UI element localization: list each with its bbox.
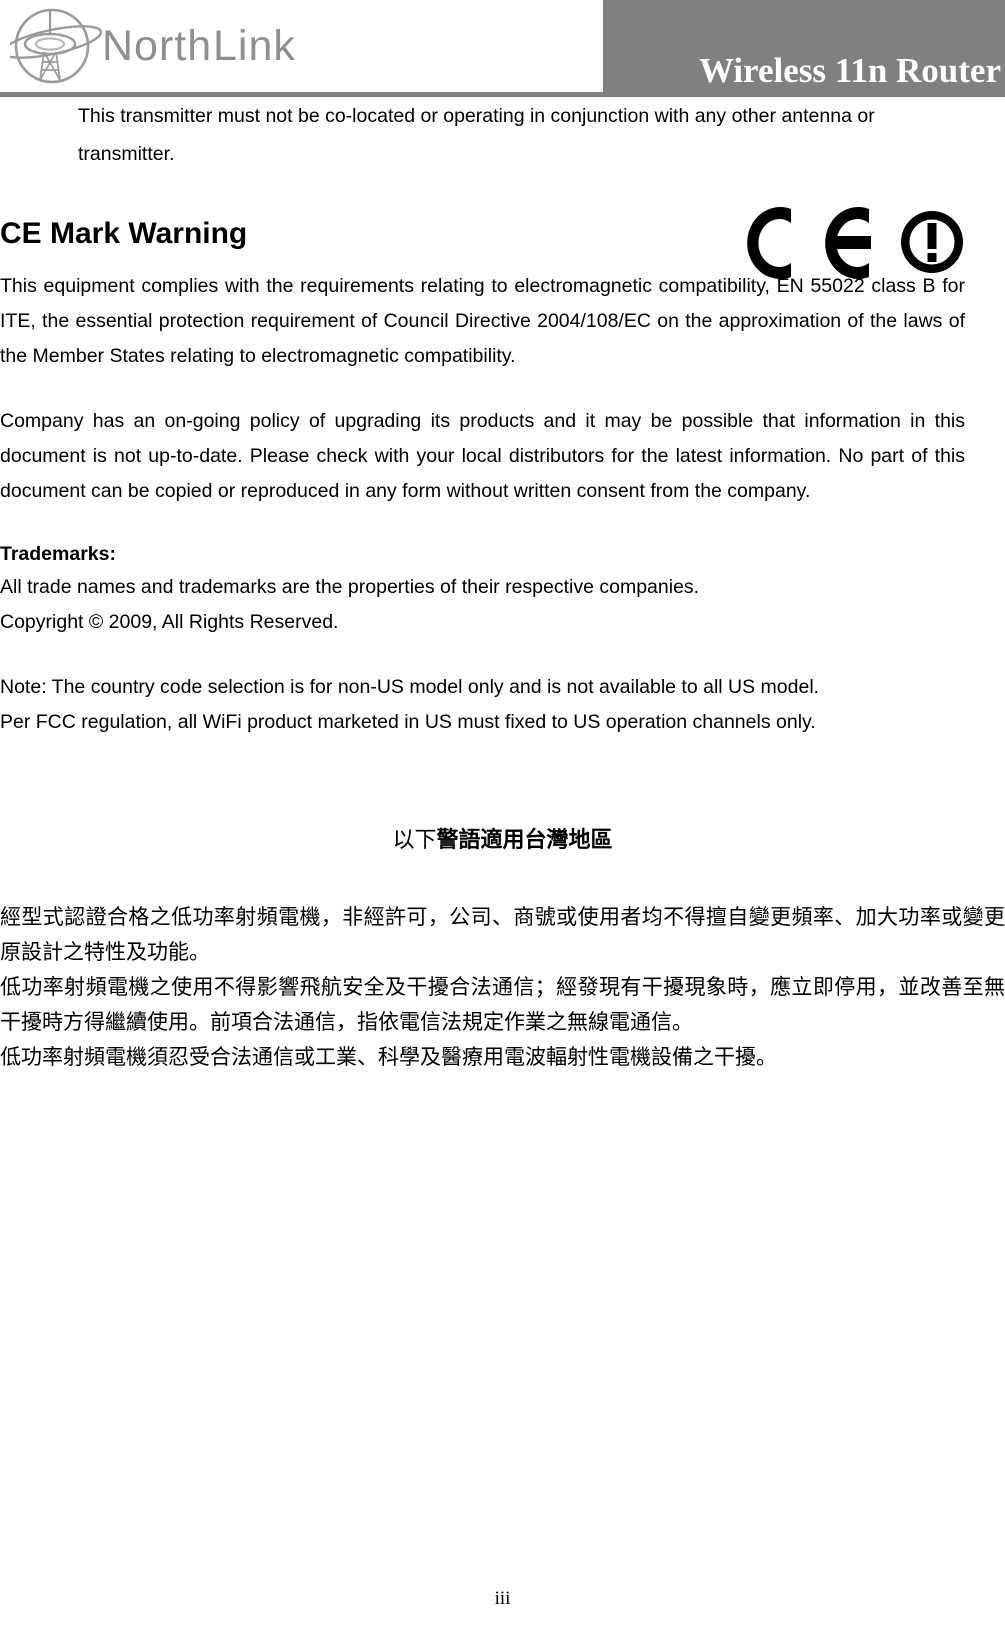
intro-paragraph: This transmitter must not be co-located … [78,105,875,165]
trademarks-label: Trademarks: [0,543,116,565]
note-line-1: Note: The country code selection is for … [0,676,820,698]
copyright-line: Copyright © 2009, All Rights Reserved. [0,611,339,633]
trademarks-line: All trade names and trademarks are the p… [0,576,700,598]
taiwan-paragraph-3: 低功率射頻電機須忍受合法通信或工業、科學及醫療用電波輻射性電機設備之干擾。 [0,1045,777,1069]
north-link-logo: North Link [1,4,300,88]
page-header: North Link Wireless 11n Router [0,0,1005,92]
document-page: North Link Wireless 11n Router This tran… [0,0,1005,1630]
svg-text:North: North [102,22,212,70]
header-title: Wireless 11n Router [698,51,1001,90]
taiwan-heading-prefix: 以下 [392,828,437,853]
taiwan-paragraph-2: 低功率射頻電機之使用不得影響飛航安全及干擾合法通信；經發現有干擾現象時，應立即停… [0,975,1005,1034]
taiwan-paragraph-1: 經型式認證合格之低功率射頻電機，非經許可，公司、商號或使用者均不得擅自變更頻率、… [0,905,1005,964]
page-content: This transmitter must not be co-located … [0,97,1005,1075]
taiwan-warning-heading: 以下警語適用台灣地區 [0,826,1005,856]
certification-marks [733,203,967,281]
company-policy-paragraph: Company has an on-going policy of upgrad… [0,410,965,502]
header-banner: Wireless 11n Router [603,0,1005,92]
note-line-2: Per FCC regulation, all WiFi product mar… [0,711,816,733]
globe-satellite-dish-logo-icon: North Link [1,8,296,84]
page-number: iii [494,1588,511,1609]
alert-exclamation-icon [901,211,963,273]
taiwan-heading-main: 警語適用台灣地區 [436,828,613,853]
svg-text:Link: Link [213,22,296,70]
ce-mark-icon [747,207,871,279]
ce-compliance-paragraph: This equipment complies with the require… [0,275,965,367]
